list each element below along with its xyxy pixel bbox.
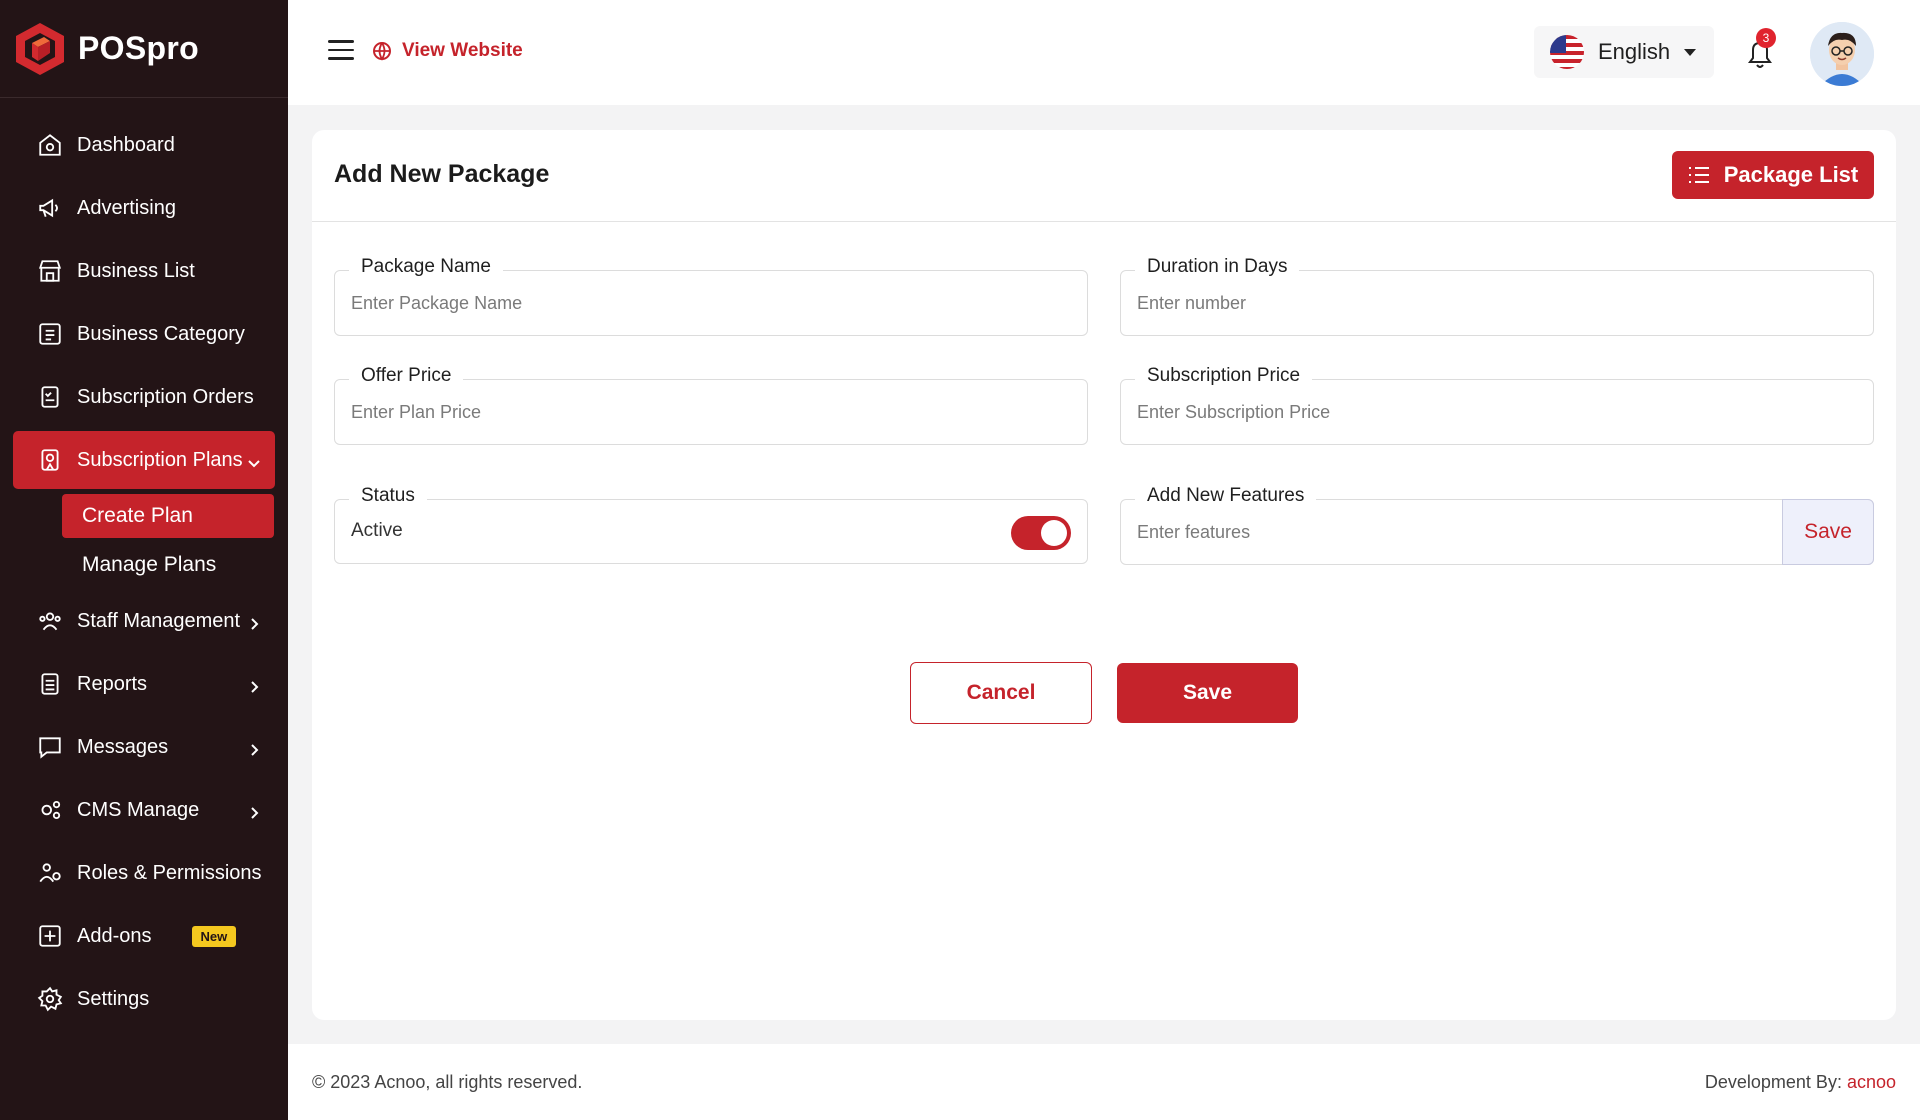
save-feature-button[interactable]: Save — [1782, 499, 1874, 565]
offer-price-label: Offer Price — [349, 365, 464, 387]
sidebar-subitem-manage-plans[interactable]: Manage Plans — [62, 543, 274, 587]
offer-price-field: Offer Price — [334, 365, 1088, 445]
us-flag-icon — [1550, 35, 1584, 69]
globe-icon — [373, 42, 391, 61]
package-name-input[interactable] — [351, 293, 1051, 314]
package-name-field: Package Name — [334, 256, 1088, 336]
sidebar-item-cms-manage[interactable]: CMS Manage — [13, 781, 275, 839]
brand-name: POSpro — [78, 30, 199, 66]
subscription-price-field: Subscription Price — [1120, 365, 1874, 445]
notification-count-badge: 3 — [1756, 28, 1776, 48]
chevron-right-icon — [247, 740, 261, 756]
user-avatar-icon — [1810, 22, 1874, 86]
sidebar-item-label: Settings — [77, 987, 150, 1010]
sidebar-item-dashboard[interactable]: Dashboard — [13, 116, 275, 174]
orders-icon — [37, 384, 63, 410]
features-field: Add New Features Save — [1120, 485, 1874, 565]
megaphone-icon — [37, 195, 63, 221]
status-label: Status — [349, 485, 427, 507]
subscription-plans-submenu: Create Plan Manage Plans — [0, 494, 288, 587]
sidebar-item-label: Advertising — [77, 196, 176, 219]
topbar: View Website English 3 — [288, 0, 1920, 105]
sidebar-item-advertising[interactable]: Advertising — [13, 179, 275, 237]
duration-label: Duration in Days — [1135, 256, 1300, 278]
subscription-price-input[interactable] — [1137, 402, 1837, 423]
sidebar-item-label: Business List — [77, 259, 195, 282]
sidebar-item-reports[interactable]: Reports — [13, 655, 275, 713]
sidebar-subitem-create-plan[interactable]: Create Plan — [62, 494, 274, 538]
home-icon — [37, 132, 63, 158]
package-name-label: Package Name — [349, 256, 503, 278]
sidebar-item-label: Reports — [77, 672, 148, 695]
offer-price-input[interactable] — [351, 402, 1051, 423]
sidebar-item-label: CMS Manage — [77, 798, 200, 821]
category-icon — [37, 321, 63, 347]
sidebar-item-label: Subscription Orders — [77, 385, 254, 408]
messages-icon — [37, 734, 63, 760]
features-label: Add New Features — [1135, 485, 1317, 507]
sidebar-item-label: Staff Management — [77, 609, 241, 632]
developer-prefix: Development By: — [1704, 1072, 1847, 1092]
cms-icon — [37, 797, 63, 823]
footer: © 2023 Acnoo, all rights reserved. Devel… — [288, 1044, 1920, 1120]
sidebar-item-messages[interactable]: Messages — [13, 718, 275, 776]
save-button[interactable]: Save — [1117, 663, 1298, 723]
list-icon — [1688, 167, 1709, 183]
sidebar-nav: Dashboard Advertising Business List Busi… — [0, 98, 288, 1028]
sidebar-item-subscription-orders[interactable]: Subscription Orders — [13, 368, 275, 426]
new-badge: New — [191, 925, 237, 947]
sidebar-item-label: Add-ons — [77, 924, 152, 947]
subscription-price-label: Subscription Price — [1135, 365, 1313, 387]
sidebar-item-subscription-plans[interactable]: Subscription Plans — [13, 431, 275, 489]
plans-icon — [37, 447, 63, 473]
add-package-card: Add New Package Package List Package Nam… — [312, 130, 1896, 1020]
sidebar-item-settings[interactable]: Settings — [13, 970, 275, 1028]
package-list-button[interactable]: Package List — [1672, 151, 1874, 199]
caret-down-icon — [1684, 48, 1697, 56]
status-value: Active — [351, 520, 403, 541]
reports-icon — [37, 671, 63, 697]
developer-credit: Development By: acnoo — [1705, 1072, 1896, 1093]
language-selector[interactable]: English — [1534, 26, 1714, 78]
sidebar: POSpro Dashboard Advertising Business Li… — [0, 0, 288, 1120]
chevron-right-icon — [247, 677, 261, 693]
settings-icon — [37, 986, 63, 1012]
sidebar-item-business-list[interactable]: Business List — [13, 242, 275, 300]
sidebar-item-business-category[interactable]: Business Category — [13, 305, 275, 363]
staff-icon — [37, 608, 63, 634]
view-website-link[interactable]: View Website — [372, 40, 523, 62]
store-icon — [37, 258, 63, 284]
sidebar-item-label: Dashboard — [77, 133, 175, 156]
developer-link[interactable]: acnoo — [1847, 1072, 1896, 1092]
duration-field: Duration in Days — [1120, 256, 1874, 336]
sidebar-item-label: Business Category — [77, 322, 245, 345]
sidebar-item-staff-management[interactable]: Staff Management — [13, 592, 275, 650]
chevron-down-icon — [247, 453, 261, 468]
roles-icon — [37, 860, 63, 886]
copyright-text: © 2023 Acnoo, all rights reserved. — [312, 1072, 583, 1092]
page-title: Add New Package — [334, 160, 550, 188]
menu-toggle-icon[interactable] — [328, 40, 354, 62]
language-label: English — [1598, 39, 1671, 64]
package-list-label: Package List — [1723, 162, 1859, 187]
addons-icon — [37, 923, 63, 949]
duration-input[interactable] — [1137, 293, 1837, 314]
sidebar-item-roles-permissions[interactable]: Roles & Permissions — [13, 844, 275, 902]
sidebar-item-label: Subscription Plans — [77, 448, 243, 471]
view-website-label: View Website — [402, 40, 523, 61]
cancel-button[interactable]: Cancel — [910, 662, 1092, 724]
status-toggle[interactable] — [1011, 516, 1071, 550]
chevron-right-icon — [247, 614, 261, 630]
sidebar-item-add-ons[interactable]: Add-ons New — [13, 907, 275, 965]
pospro-logo-icon — [16, 22, 64, 75]
sidebar-item-label: Roles & Permissions — [77, 861, 262, 884]
avatar[interactable] — [1810, 22, 1874, 86]
card-header: Add New Package Package List — [312, 130, 1896, 222]
features-input[interactable] — [1137, 522, 1747, 543]
chevron-right-icon — [247, 803, 261, 819]
brand[interactable]: POSpro — [0, 0, 288, 98]
status-field: Status Active — [334, 485, 1088, 564]
sidebar-item-label: Messages — [77, 735, 169, 758]
